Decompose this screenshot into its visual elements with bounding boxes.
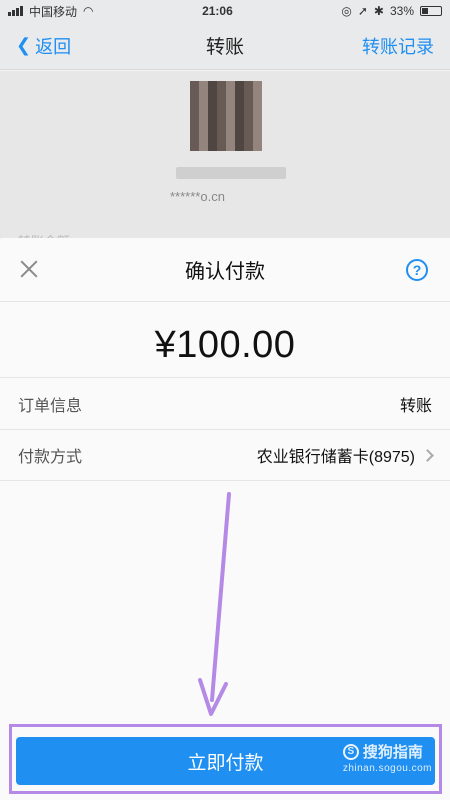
order-info-row: 订单信息 转账 [0, 377, 450, 429]
recipient-card: ******o.cn 转账金额 [0, 71, 450, 249]
location-icon: ➚ [357, 4, 368, 18]
transfer-record-link[interactable]: 转账记录 [362, 33, 434, 59]
battery-icon [420, 6, 442, 16]
chevron-right-icon [421, 448, 434, 462]
back-button[interactable]: ❮ 返回 [16, 33, 71, 59]
close-icon[interactable] [18, 258, 40, 280]
status-left: 中国移动 ◠ [8, 3, 94, 20]
sheet-title: 确认付款 [185, 261, 265, 283]
status-time: 21:06 [202, 4, 233, 18]
payment-method-text: 农业银行储蓄卡(8975) [256, 449, 415, 466]
bluetooth-icon: ✱ [373, 4, 384, 18]
order-info-value: 转账 [399, 397, 432, 415]
payment-details: 订单信息 转账 付款方式 农业银行储蓄卡(8975) [0, 377, 450, 481]
order-info-label: 订单信息 [18, 397, 83, 415]
recipient-account: ******o.cn [170, 189, 225, 204]
wifi-icon: ◠ [83, 4, 94, 18]
chevron-left-icon: ❮ [16, 35, 32, 55]
recipient-name-masked [176, 167, 286, 179]
carrier-label: 中国移动 [29, 4, 78, 19]
status-right: ◎ ➚ ✱ 33% [341, 4, 442, 18]
sheet-header: 确认付款 ? [0, 238, 450, 302]
payment-method-value: 农业银行储蓄卡(8975) [256, 443, 434, 467]
sogou-logo-icon: S [342, 743, 359, 760]
payment-method-label: 付款方式 [18, 449, 83, 466]
lock-rotation-icon: ◎ [341, 4, 352, 18]
watermark-brand: 搜狗指南 [362, 744, 423, 761]
battery-percent: 33% [389, 4, 414, 18]
payment-method-row[interactable]: 付款方式 农业银行储蓄卡(8975) [0, 429, 450, 481]
nav-bar: ❮ 返回 转账 转账记录 [0, 22, 450, 70]
payment-amount: ¥100.00 [154, 324, 296, 366]
help-icon[interactable]: ? [406, 259, 428, 281]
avatar [190, 81, 262, 151]
watermark-domain: zhinan.sogou.com [342, 763, 432, 774]
sogou-watermark: S 搜狗指南 zhinan.sogou.com [342, 741, 432, 774]
status-bar: 中国移动 ◠ 21:06 ◎ ➚ ✱ 33% [0, 0, 450, 22]
watermark-brand-row: S 搜狗指南 [342, 741, 432, 762]
confirm-payment-sheet: 确认付款 ? ¥100.00 订单信息 转账 付款方式 农业银行储蓄卡(8975… [0, 238, 450, 800]
signal-icon [8, 6, 23, 16]
back-label: 返回 [35, 36, 72, 57]
